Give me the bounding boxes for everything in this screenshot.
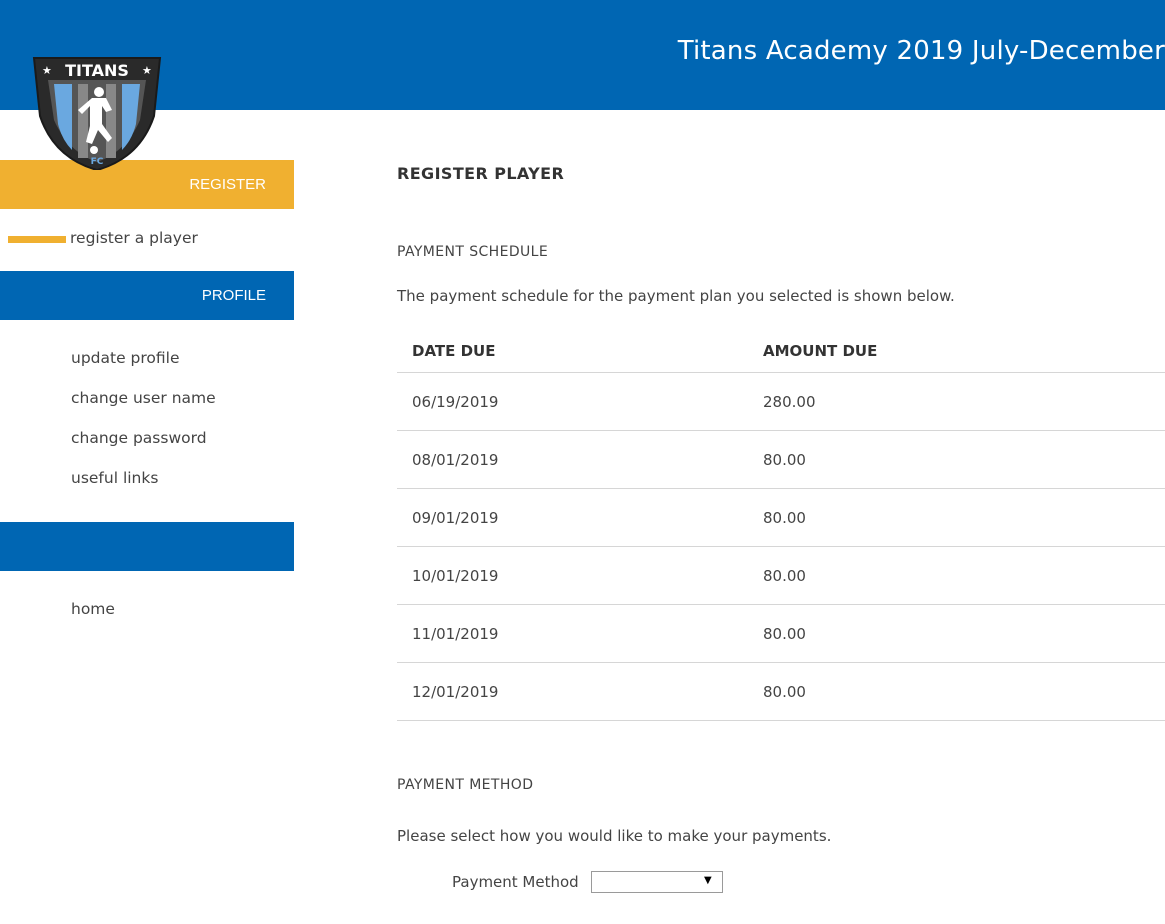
sidebar-item-register-a-player[interactable]: register a player bbox=[0, 218, 294, 258]
logo-text: TITANS bbox=[65, 61, 129, 80]
sidebar-header-blank bbox=[0, 522, 294, 571]
date-due-cell: 11/01/2019 bbox=[397, 604, 748, 663]
dropdown-arrow-icon: ▼ bbox=[704, 875, 712, 886]
payment-schedule-intro: The payment schedule for the payment pla… bbox=[397, 287, 955, 305]
sidebar-item-change-password[interactable]: change password bbox=[0, 418, 294, 458]
sidebar-item-home[interactable]: home bbox=[0, 589, 294, 629]
soccer-player-shield-icon: TITANS ★ ★ FC bbox=[32, 57, 162, 172]
main-content: REGISTER PLAYER PAYMENT SCHEDULE The pay… bbox=[397, 164, 1165, 893]
table-row: 12/01/2019 80.00 bbox=[397, 662, 1165, 721]
date-due-cell: 10/01/2019 bbox=[397, 546, 748, 605]
titans-logo[interactable]: TITANS ★ ★ FC bbox=[28, 40, 166, 172]
sidebar-item-update-profile[interactable]: update profile bbox=[0, 338, 294, 378]
payment-method-select[interactable]: ▼ bbox=[590, 871, 723, 893]
payment-method-title: PAYMENT METHOD bbox=[397, 777, 534, 793]
payment-schedule-table: DATE DUE AMOUNT DUE 06/19/2019 280.00 08… bbox=[397, 329, 1165, 721]
site-title: Titans Academy 2019 July-December bbox=[677, 36, 1165, 66]
svg-text:★: ★ bbox=[142, 64, 152, 77]
active-indicator bbox=[8, 236, 66, 243]
amount-due-cell: 80.00 bbox=[748, 546, 1165, 605]
column-header-date-due: DATE DUE bbox=[397, 329, 748, 373]
date-due-cell: 09/01/2019 bbox=[397, 488, 748, 547]
payment-method-intro: Please select how you would like to make… bbox=[397, 827, 832, 845]
column-header-amount-due: AMOUNT DUE bbox=[748, 329, 1165, 373]
sidebar-other-list: home bbox=[0, 571, 294, 653]
table-row: 08/01/2019 80.00 bbox=[397, 430, 1165, 489]
date-due-cell: 06/19/2019 bbox=[397, 372, 748, 431]
amount-due-cell: 80.00 bbox=[748, 430, 1165, 489]
table-row: 09/01/2019 80.00 bbox=[397, 488, 1165, 547]
amount-due-cell: 80.00 bbox=[748, 604, 1165, 663]
amount-due-cell: 80.00 bbox=[748, 662, 1165, 721]
sidebar-header-profile: PROFILE bbox=[0, 271, 294, 320]
payment-method-row: Payment Method ▼ bbox=[397, 871, 1165, 893]
table-header-row: DATE DUE AMOUNT DUE bbox=[397, 329, 1165, 373]
sidebar: REGISTER register a player PROFILE updat… bbox=[0, 160, 294, 653]
sidebar-item-label: register a player bbox=[70, 229, 198, 247]
table-row: 11/01/2019 80.00 bbox=[397, 604, 1165, 663]
date-due-cell: 12/01/2019 bbox=[397, 662, 748, 721]
date-due-cell: 08/01/2019 bbox=[397, 430, 748, 489]
amount-due-cell: 280.00 bbox=[748, 372, 1165, 431]
logo-subtext: FC bbox=[91, 157, 104, 167]
site-header: Titans Academy 2019 July-December bbox=[0, 0, 1165, 110]
page-title: REGISTER PLAYER bbox=[397, 164, 565, 183]
svg-text:★: ★ bbox=[42, 64, 52, 77]
sidebar-item-useful-links[interactable]: useful links bbox=[0, 458, 294, 498]
table-row: 06/19/2019 280.00 bbox=[397, 372, 1165, 431]
amount-due-cell: 80.00 bbox=[748, 488, 1165, 547]
sidebar-item-change-user-name[interactable]: change user name bbox=[0, 378, 294, 418]
payment-method-label: Payment Method bbox=[452, 873, 579, 891]
sidebar-register-list: register a player bbox=[0, 209, 294, 271]
table-row: 10/01/2019 80.00 bbox=[397, 546, 1165, 605]
payment-schedule-title: PAYMENT SCHEDULE bbox=[397, 244, 549, 260]
sidebar-profile-list: update profile change user name change p… bbox=[0, 320, 294, 522]
